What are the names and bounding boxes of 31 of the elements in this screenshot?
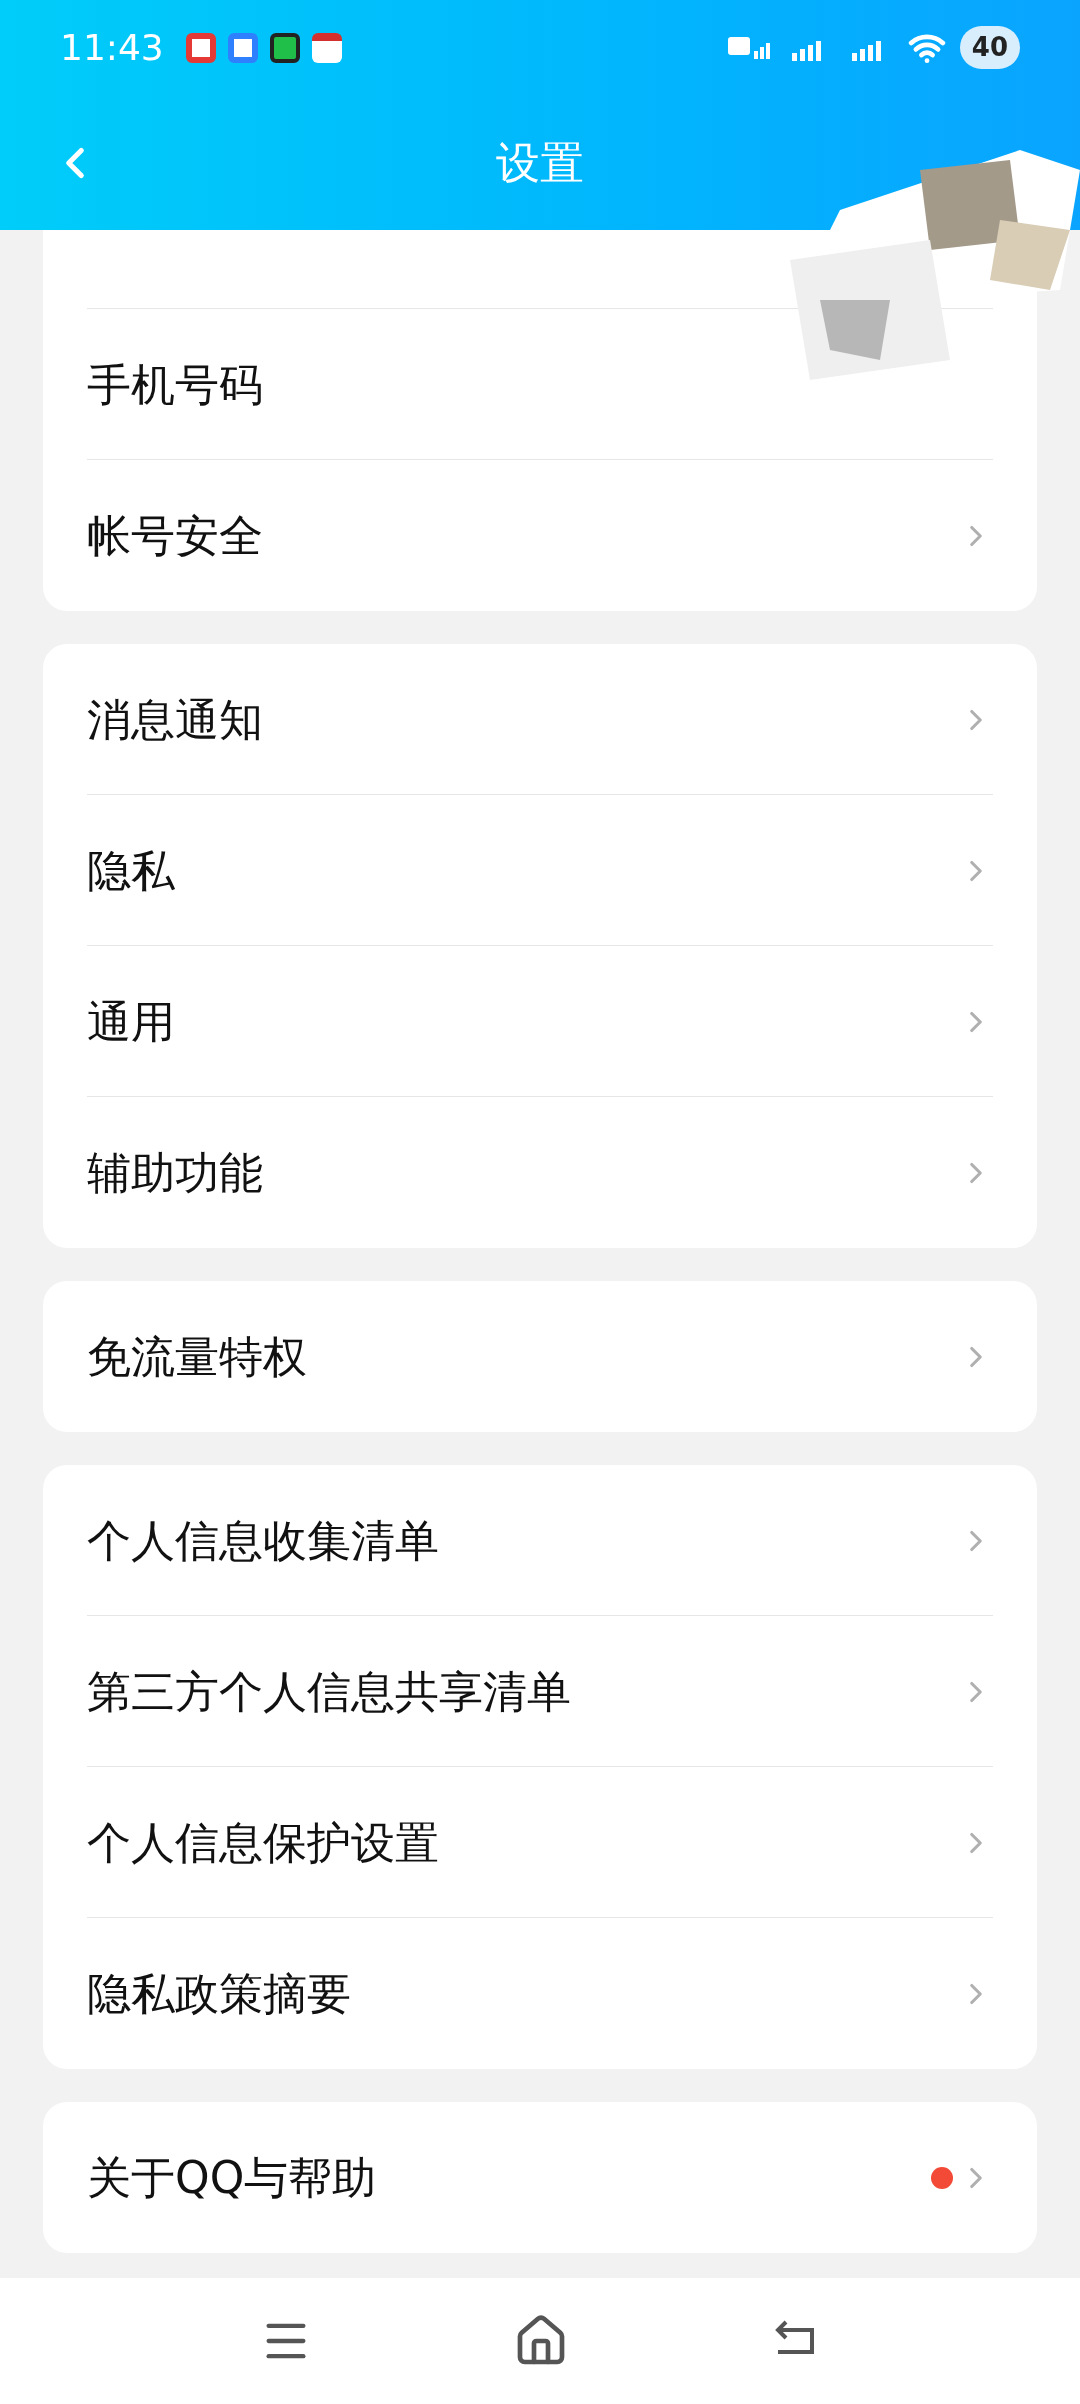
row-label: 关于QQ与帮助	[87, 2150, 377, 2205]
settings-row[interactable]: 通用	[87, 946, 993, 1097]
row-label: 个人信息收集清单	[87, 1513, 439, 1568]
app-notification-icon	[185, 32, 216, 63]
row-label: 手机号码	[87, 357, 263, 412]
row-label: 帐号安全	[87, 508, 263, 563]
settings-row[interactable]: 手机号码	[87, 309, 993, 460]
settings-row[interactable]: 帐号安全	[87, 460, 993, 611]
settings-row[interactable]: 第三方个人信息共享清单	[87, 1616, 993, 1767]
settings-row[interactable]: 隐私	[87, 795, 993, 946]
settings-row[interactable]: 个人信息收集清单	[87, 1465, 993, 1616]
settings-row[interactable]: 免流量特权	[87, 1281, 993, 1432]
settings-row[interactable]: 关于QQ与帮助	[87, 2102, 993, 2253]
settings-row[interactable]: 消息通知	[87, 644, 993, 795]
row-label: 第三方个人信息共享清单	[87, 1664, 571, 1719]
row-label: 免流量特权	[87, 1329, 307, 1384]
app-notification-icon	[311, 32, 342, 63]
settings-row[interactable]: 辅助功能	[87, 1097, 993, 1248]
status-time: 11:43	[60, 25, 164, 70]
page-title: 设置	[496, 135, 584, 190]
app-notification-icon	[269, 32, 300, 63]
battery-indicator: 40	[959, 26, 1020, 69]
row-label: 个人信息保护设置	[87, 1815, 439, 1870]
row-label: 辅助功能	[87, 1145, 263, 1200]
row-label: 通用	[87, 994, 175, 1049]
settings-row[interactable]: 隐私政策摘要	[87, 1918, 993, 2069]
app-notification-icon	[227, 32, 258, 63]
row-label: 消息通知	[87, 692, 263, 747]
settings-row[interactable]: 个人信息保护设置	[87, 1767, 993, 1918]
row-label: 隐私	[87, 843, 175, 898]
row-label: 隐私政策摘要	[87, 1966, 351, 2021]
